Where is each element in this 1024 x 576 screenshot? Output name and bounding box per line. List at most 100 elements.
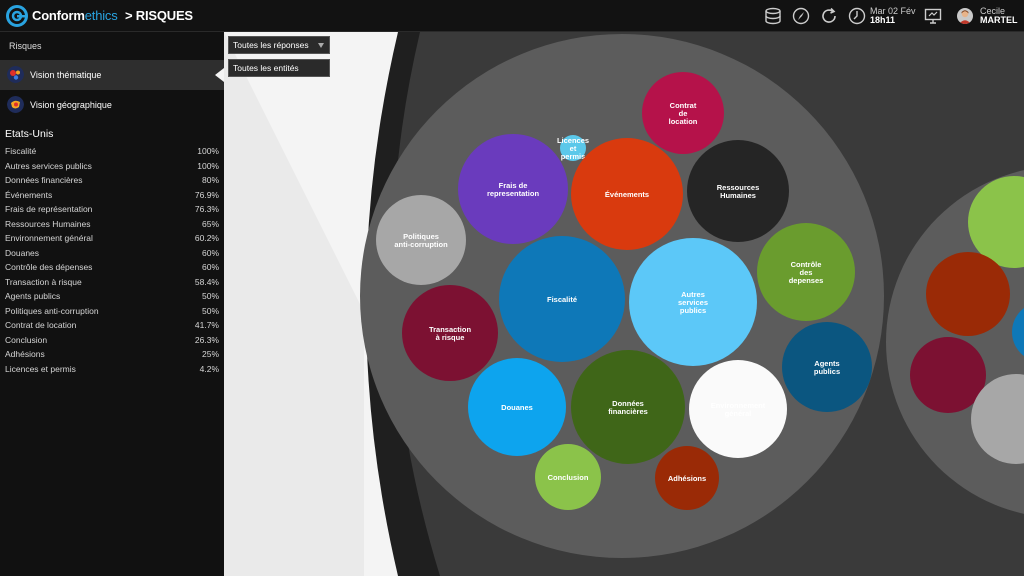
bubble-agents-publics[interactable]: Agentspublics xyxy=(782,322,872,412)
risk-row[interactable]: Données financières 80% xyxy=(0,173,224,188)
database-icon[interactable] xyxy=(764,7,782,25)
risk-value: 100% xyxy=(197,146,219,156)
sidebar-item-label: Vision géographique xyxy=(30,100,112,110)
risk-name: Autres services publics xyxy=(5,160,92,171)
breadcrumb-separator: > xyxy=(124,8,133,23)
risk-name: Ressources Humaines xyxy=(5,218,91,229)
sidebar-item-geographic-vision[interactable]: Vision géographique xyxy=(0,90,224,120)
bubble-autres-services-publics[interactable]: Autresservicespublics xyxy=(629,238,757,366)
responses-filter-value: Toutes les réponses xyxy=(233,40,309,50)
risk-row[interactable]: Politiques anti-corruption 50% xyxy=(0,304,224,319)
top-bar: Conformethics > RISQUES Mar 02 Fév 18h11 xyxy=(0,0,1024,32)
bubble-controle-des-depenses[interactable]: Contrôledesdepenses xyxy=(757,223,855,321)
chevron-down-icon xyxy=(318,43,324,48)
bubble-fiscalite[interactable]: Fiscalité xyxy=(499,236,625,362)
user-name[interactable]: Cecile MARTEL xyxy=(980,7,1018,25)
risk-row[interactable]: Environnement général 60.2% xyxy=(0,231,224,246)
monitor-icon[interactable] xyxy=(924,7,942,25)
bubble-douanes[interactable]: Douanes xyxy=(468,358,566,456)
risk-name: Transaction à risque xyxy=(5,276,82,287)
bubble-label: Humaines xyxy=(720,191,756,200)
bubble-label: Fiscalité xyxy=(547,295,577,304)
time-label: 18h11 xyxy=(870,15,896,25)
risk-row[interactable]: Contrôle des dépenses 60% xyxy=(0,260,224,275)
bubble-conclusion[interactable]: Conclusion xyxy=(535,444,601,510)
bubble-label: Adhésions xyxy=(668,474,706,483)
bubble-label: général xyxy=(725,409,752,418)
risk-value: 100% xyxy=(197,160,219,171)
bubble-evenements[interactable]: Événements xyxy=(571,138,683,250)
risk-name: Événements xyxy=(5,189,53,200)
risk-value: 60% xyxy=(201,247,219,258)
sidebar-title: Risques xyxy=(9,41,42,51)
bubble-label: publics xyxy=(680,306,706,315)
page-title: RISQUES xyxy=(135,8,193,23)
bubble-ressources-humaines[interactable]: RessourcesHumaines xyxy=(687,140,789,242)
bubble-label: permis xyxy=(561,152,586,161)
risk-row[interactable]: Événements 76.9% xyxy=(0,188,224,203)
risk-value: 4.2% xyxy=(199,363,219,374)
active-caret xyxy=(215,68,224,82)
brand-name-accent[interactable]: ethics xyxy=(85,8,118,23)
risk-row[interactable]: Licences et permis 4.2% xyxy=(0,362,224,377)
refresh-icon[interactable] xyxy=(820,7,838,25)
sidebar-item-thematic-vision[interactable]: Vision thématique xyxy=(0,60,224,90)
risk-row[interactable]: Conclusion 26.3% xyxy=(0,333,224,348)
region-title: Etats-Unis xyxy=(5,128,54,140)
risk-value: 65% xyxy=(201,218,219,229)
bubble-label: à risque xyxy=(436,333,465,342)
avatar[interactable] xyxy=(957,8,973,24)
side-bubble-rust[interactable] xyxy=(926,252,1010,336)
thematic-vision-icon xyxy=(7,66,24,83)
bubble-donnees-financieres[interactable]: Donnéesfinancières xyxy=(571,350,685,464)
risk-value: 41.7% xyxy=(194,320,219,330)
bubble-politiques-anti-corruption[interactable]: Politiquesanti-corruption xyxy=(376,195,466,285)
bubble-label: Douanes xyxy=(501,403,533,412)
risk-row[interactable]: Agents publics 50% xyxy=(0,289,224,304)
sidebar: Risques Vision thématique Vision géograp… xyxy=(0,32,224,576)
risk-name: Conclusion xyxy=(5,334,48,345)
risk-name: Douanes xyxy=(5,247,40,258)
bubble-transaction-a-risque[interactable]: Transactionà risque xyxy=(402,285,498,381)
responses-filter-select[interactable]: Toutes les réponses xyxy=(228,36,330,54)
bubble-label: Conclusion xyxy=(548,473,589,482)
entities-filter-select[interactable]: Toutes les entités xyxy=(228,59,330,77)
user-last-name: MARTEL xyxy=(980,15,1018,25)
risk-name: Contrôle des dépenses xyxy=(5,262,93,272)
risk-value: 58.4% xyxy=(194,276,219,287)
entities-filter-value: Toutes les entités xyxy=(233,63,299,73)
bubble-label: anti-corruption xyxy=(394,240,448,249)
bubble-frais-de-representation[interactable]: Frais derepresentation xyxy=(458,134,568,244)
risk-row[interactable]: Frais de représentation 76.3% xyxy=(0,202,224,217)
conformethics-logo-icon[interactable] xyxy=(6,5,28,27)
risk-row[interactable]: Ressources Humaines 65% xyxy=(0,217,224,232)
bubble-contrat-de-location[interactable]: Contratdelocation xyxy=(642,72,724,154)
risk-value: 50% xyxy=(201,305,219,316)
bubble-adhesions[interactable]: Adhésions xyxy=(655,446,719,510)
bubble-chart: Contratdelocation LicencesetpermisFrais d… xyxy=(224,32,1024,576)
risk-row[interactable]: Transaction à risque 58.4% xyxy=(0,275,224,290)
risk-row[interactable]: Douanes 60% xyxy=(0,246,224,261)
clock-icon[interactable] xyxy=(848,7,866,25)
bubble-environnement-general[interactable]: Environnementgénéral xyxy=(689,360,787,458)
risk-name: Politiques anti-corruption xyxy=(5,305,99,316)
bubble-label: location xyxy=(669,117,698,126)
risk-row[interactable]: Contrat de location 41.7% xyxy=(0,318,224,333)
risk-name: Fiscalité xyxy=(5,146,37,156)
risk-value: 76.9% xyxy=(194,189,219,200)
compass-icon[interactable] xyxy=(792,7,810,25)
risk-row[interactable]: Adhésions 25% xyxy=(0,347,224,362)
risk-value: 76.3% xyxy=(194,204,219,214)
risk-row[interactable]: Autres services publics 100% xyxy=(0,159,224,174)
brand-name[interactable]: Conform xyxy=(32,8,85,23)
bubble-licences-et-permis[interactable]: Licencesetpermis xyxy=(557,135,589,161)
risk-value: 26.3% xyxy=(194,334,219,345)
risk-name: Agents publics xyxy=(5,291,61,301)
user-avatar-icon xyxy=(959,10,971,24)
risk-value: 25% xyxy=(201,349,219,359)
risk-value: 80% xyxy=(201,175,219,185)
risk-name: Adhésions xyxy=(5,349,45,359)
bubble-label: depenses xyxy=(789,276,824,285)
risk-row[interactable]: Fiscalité 100% xyxy=(0,144,224,159)
risk-list: Fiscalité 100% Autres services publics 100%… xyxy=(0,144,224,376)
